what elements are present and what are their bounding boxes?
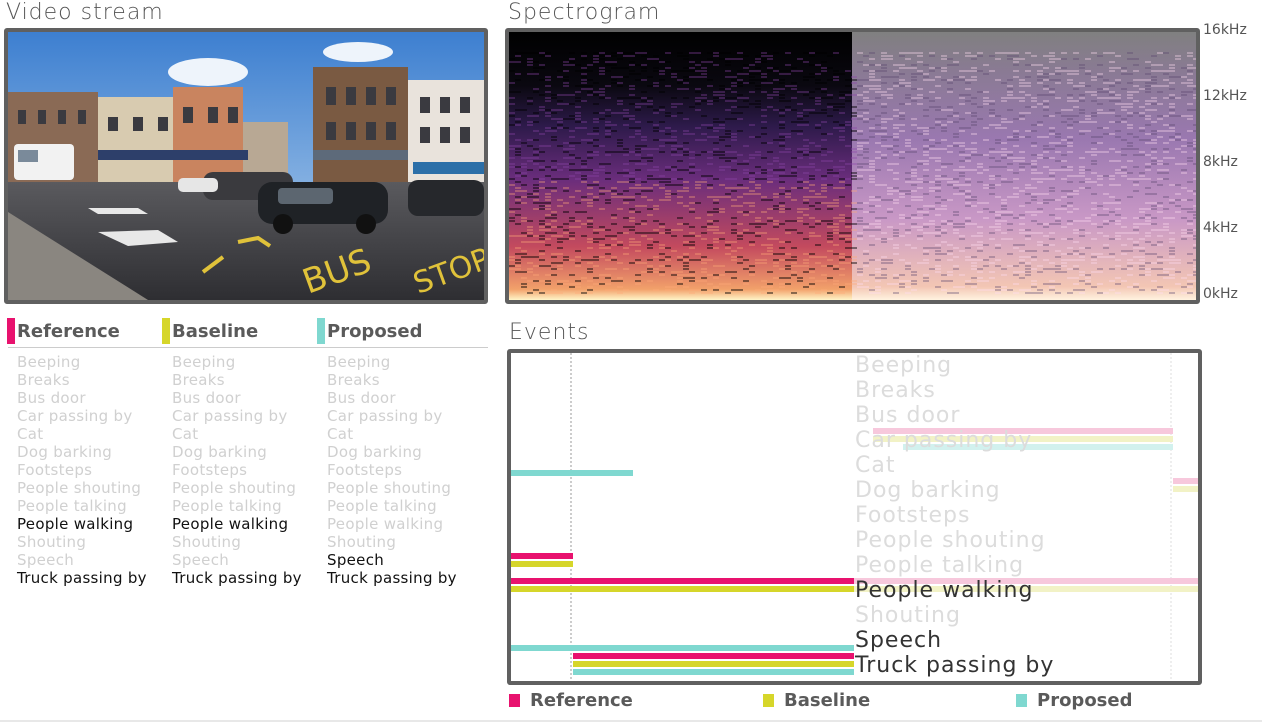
event-label-breaks: Breaks (855, 378, 936, 403)
proposed-class-cat: Cat (327, 425, 354, 443)
event-label-truck-passing-by: Truck passing by (855, 653, 1055, 678)
baseline-class-bus-door: Bus door (172, 389, 241, 407)
baseline-legend-swatch (763, 693, 774, 707)
event-label-people-talking: People talking (855, 553, 1025, 578)
freq-label-0khz: 0kHz (1203, 286, 1238, 302)
proposed-class-breaks: Breaks (327, 371, 380, 389)
reference-legend-swatch (509, 693, 520, 707)
event-label-beeping: Beeping (855, 353, 953, 378)
reference-class-breaks: Breaks (17, 371, 70, 389)
reference-class-list: Beeping Breaks Bus door Car passing by Cat Do… (17, 353, 147, 587)
event-bar-people-walking-reference (511, 578, 854, 584)
spectrogram-view (505, 28, 1200, 304)
baseline-class-footsteps: Footsteps (172, 461, 248, 479)
baseline-class-beeping: Beeping (172, 353, 236, 371)
event-label-speech: Speech (855, 628, 943, 653)
event-label-car-passing-by: Car passing by (855, 428, 1033, 453)
event-bar-truck-baseline (573, 661, 854, 667)
spectrogram-title: Spectrogram (508, 0, 661, 25)
event-bar-people-talking-baseline (511, 561, 573, 567)
bottom-legend-reference: Reference (509, 689, 633, 711)
baseline-class-car-passing-by: Car passing by (172, 407, 288, 425)
proposed-class-footsteps: Footsteps (327, 461, 403, 479)
proposed-swatch (317, 318, 325, 344)
proposed-class-car-passing-by: Car passing by (327, 407, 443, 425)
event-bar-people-talking-reference (511, 553, 573, 559)
event-label-cat: Cat (855, 453, 896, 478)
proposed-class-truck-passing-by: Truck passing by (327, 569, 457, 587)
baseline-class-people-talking: People talking (172, 497, 282, 515)
baseline-class-people-shouting: People shouting (172, 479, 297, 497)
reference-class-beeping: Beeping (17, 353, 81, 371)
event-bar-cat-proposed (511, 470, 633, 476)
street-scene-video-frame: BUS STOP (8, 32, 484, 300)
baseline-class-people-walking: People walking (172, 515, 289, 533)
event-bar-truck-reference (573, 653, 854, 659)
proposed-class-people-walking: People walking (327, 515, 444, 533)
event-label-dog-barking: Dog barking (855, 478, 1001, 503)
reference-class-people-walking: People walking (17, 515, 134, 533)
footer-divider (0, 720, 1262, 722)
baseline-class-list: Beeping Breaks Bus door Car passing by Cat Do… (172, 353, 302, 587)
reference-class-shouting: Shouting (17, 533, 87, 551)
baseline-class-speech: Speech (172, 551, 230, 569)
reference-class-people-shouting: People shouting (17, 479, 142, 497)
event-label-shouting: Shouting (855, 603, 961, 628)
proposed-column-label: Proposed (327, 320, 423, 342)
event-label-people-shouting: People shouting (855, 528, 1046, 553)
baseline-class-truck-passing-by: Truck passing by (172, 569, 302, 587)
freq-label-12khz: 12kHz (1203, 88, 1247, 104)
reference-class-footsteps: Footsteps (17, 461, 93, 479)
baseline-class-dog-barking: Dog barking (172, 443, 268, 461)
event-label-footsteps: Footsteps (855, 503, 971, 528)
proposed-class-speech: Speech (327, 551, 385, 569)
reference-class-cat: Cat (17, 425, 44, 443)
bottom-legend-proposed: Proposed (1016, 689, 1133, 711)
event-label-people-walking: People walking (855, 578, 1034, 603)
reference-class-people-talking: People talking (17, 497, 127, 515)
reference-swatch (7, 318, 15, 344)
baseline-swatch (162, 318, 170, 344)
baseline-column-header: Baseline (162, 318, 258, 344)
legend-divider (8, 347, 488, 348)
bottom-legend-baseline: Baseline (763, 689, 870, 711)
proposed-column-header: Proposed (317, 318, 423, 344)
proposed-class-beeping: Beeping (327, 353, 391, 371)
video-player[interactable]: BUS STOP (4, 28, 488, 304)
proposed-legend-swatch (1016, 693, 1027, 707)
proposed-class-dog-barking: Dog barking (327, 443, 423, 461)
event-class-labels: Beeping Breaks Bus door Car passing by Cat Do… (855, 353, 1054, 678)
reference-class-truck-passing-by: Truck passing by (17, 569, 147, 587)
events-title: Events (509, 320, 590, 345)
reference-class-car-passing-by: Car passing by (17, 407, 133, 425)
reference-class-speech: Speech (17, 551, 75, 569)
reference-class-dog-barking: Dog barking (17, 443, 113, 461)
event-bar-dog-reference-future (1173, 478, 1198, 484)
event-bar-people-walking-baseline (511, 586, 854, 592)
freq-label-4khz: 4kHz (1203, 220, 1238, 236)
proposed-class-people-shouting: People shouting (327, 479, 452, 497)
baseline-class-cat: Cat (172, 425, 199, 443)
baseline-class-shouting: Shouting (172, 533, 242, 551)
proposed-class-shouting: Shouting (327, 533, 397, 551)
reference-legend-label: Reference (530, 689, 633, 711)
event-bar-speech-proposed (511, 645, 854, 651)
freq-label-8khz: 8kHz (1203, 154, 1238, 170)
proposed-class-people-talking: People talking (327, 497, 437, 515)
reference-column-header: Reference (7, 318, 120, 344)
video-stream-title: Video stream (6, 0, 164, 25)
reference-column-label: Reference (17, 320, 120, 342)
baseline-column-label: Baseline (172, 320, 259, 342)
reference-class-bus-door: Bus door (17, 389, 86, 407)
event-bar-truck-proposed (573, 669, 854, 675)
freq-label-16khz: 16kHz (1203, 22, 1247, 38)
baseline-legend-label: Baseline (784, 689, 871, 711)
proposed-class-list: Beeping Breaks Bus door Car passing by Cat Do… (327, 353, 457, 587)
spectrogram-image (509, 32, 1196, 300)
event-bar-dog-baseline-future (1173, 486, 1198, 492)
proposed-legend-label: Proposed (1037, 689, 1133, 711)
proposed-class-bus-door: Bus door (327, 389, 396, 407)
event-label-bus-door: Bus door (855, 403, 961, 428)
baseline-class-breaks: Breaks (172, 371, 225, 389)
